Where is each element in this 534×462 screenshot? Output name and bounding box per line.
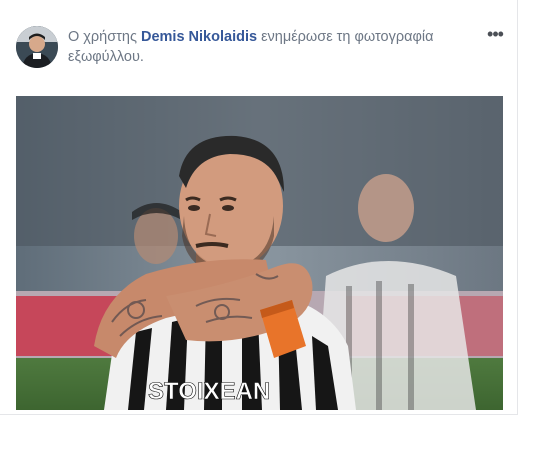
post-options-button[interactable]: ••• (483, 24, 507, 44)
story-prefix: Ο χρήστης (68, 29, 137, 45)
story-header-text: Ο χρήστης Demis Nikolaidis ενημέρωσε τη … (68, 27, 468, 67)
cover-photo[interactable]: STOIXEAN (16, 96, 503, 410)
ellipsis-icon: ••• (487, 24, 504, 44)
cover-photo-image: STOIXEAN (16, 96, 503, 410)
author-name-link[interactable]: Demis Nikolaidis (141, 29, 257, 45)
profile-avatar[interactable] (16, 26, 58, 68)
shirt-sponsor-text: STOIXEAN (148, 378, 270, 405)
avatar-image (16, 26, 58, 68)
feed-story-card: Ο χρήστης Demis Nikolaidis ενημέρωσε τη … (0, 0, 518, 415)
